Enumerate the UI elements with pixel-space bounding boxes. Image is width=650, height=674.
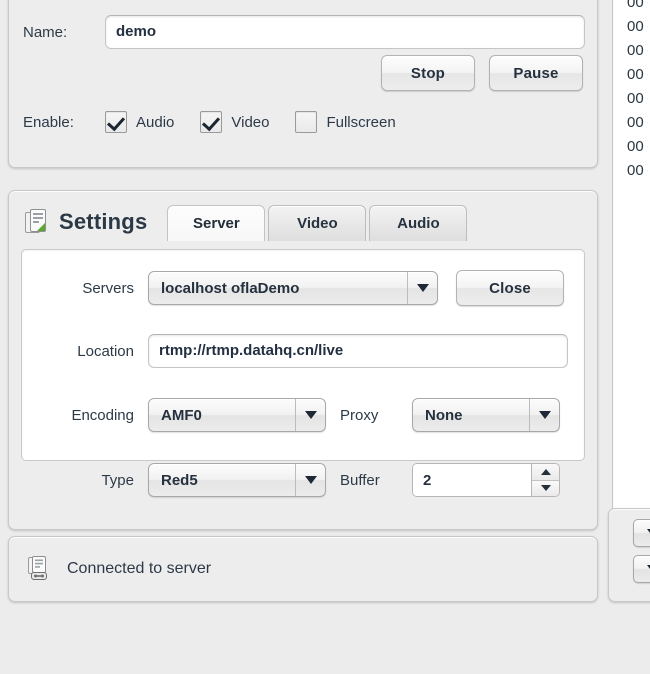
log-line: 00 [627, 162, 644, 179]
fullscreen-checkbox-label: Fullscreen [326, 113, 396, 131]
close-button[interactable]: Close [456, 270, 564, 306]
log-line: 00 [627, 138, 644, 155]
name-row: Name: demo [23, 15, 585, 49]
buffer-stepper[interactable]: 2 [412, 463, 560, 497]
playback-button-row: Stop Pause [381, 55, 583, 91]
settings-title: Settings [59, 209, 148, 234]
encoding-proxy-row: Encoding AMF0 Proxy None [22, 398, 584, 432]
chevron-down-icon [529, 399, 559, 431]
tab-video[interactable]: Video [268, 205, 367, 241]
log-panel[interactable]: 00 00 00 00 00 00 00 00 [612, 0, 650, 516]
name-label: Name: [23, 23, 68, 41]
tab-server[interactable]: Server [167, 205, 266, 241]
fullscreen-checkbox[interactable] [295, 111, 318, 133]
encoding-label: Encoding [71, 406, 134, 424]
servers-select[interactable]: localhost oflaDemo [148, 271, 438, 305]
checkbox-item-audio[interactable]: Audio [105, 111, 174, 133]
chevron-down-icon [295, 399, 325, 431]
log-line: 00 [627, 114, 644, 131]
buffer-stepper-buttons [531, 464, 559, 496]
server-tab-content: Servers localhost oflaDemo Close Locatio… [21, 249, 585, 497]
log-line: 00 [627, 90, 644, 107]
buffer-decrement-button[interactable] [532, 480, 559, 496]
status-text: Connected to server [67, 560, 212, 577]
pause-button[interactable]: Pause [489, 55, 583, 91]
buffer-value[interactable]: 2 [413, 464, 531, 496]
enable-label: Enable: [23, 113, 74, 131]
audio-checkbox[interactable] [105, 111, 127, 133]
location-row: Location rtmp://rtmp.datahq.cn/live [22, 334, 584, 368]
document-icon [25, 209, 47, 235]
audio-checkbox-label: Audio [136, 113, 175, 131]
server-connection-icon [27, 556, 53, 582]
video-checkbox[interactable] [200, 111, 223, 133]
buffer-increment-button[interactable] [532, 464, 559, 481]
checkbox-item-video[interactable]: Video [200, 111, 269, 133]
type-select[interactable]: Red5 [148, 463, 326, 497]
enable-row: Enable: Audio Video Fullscreen [23, 111, 422, 133]
video-checkbox-label: Video [231, 113, 270, 131]
proxy-label: Proxy [340, 406, 379, 424]
tab-audio[interactable]: Audio [369, 205, 468, 241]
status-bar: Connected to server [8, 536, 598, 602]
encoding-select[interactable]: AMF0 [148, 398, 326, 432]
chevron-down-icon [407, 272, 437, 304]
type-select-value: Red5 [161, 471, 198, 489]
name-input[interactable]: demo [105, 15, 585, 49]
servers-row: Servers localhost oflaDemo Close [22, 270, 584, 306]
type-buffer-row: Type Red5 Buffer 2 [22, 463, 584, 497]
right-select-2[interactable] [633, 555, 650, 583]
settings-header: Settings Server Video Audio [9, 191, 597, 253]
caret-up-icon [540, 468, 551, 475]
log-line: 00 [627, 0, 644, 11]
settings-tabs: Server Video Audio [167, 203, 468, 241]
right-controls-panel [608, 508, 650, 602]
servers-select-value: localhost oflaDemo [161, 279, 300, 297]
log-line: 00 [627, 66, 644, 83]
encoding-select-value: AMF0 [161, 406, 202, 424]
settings-panel: Settings Server Video Audio Servers loca… [8, 190, 598, 530]
caret-down-icon [540, 485, 551, 492]
buffer-label: Buffer [340, 471, 380, 489]
stop-button[interactable]: Stop [381, 55, 475, 91]
checkbox-item-fullscreen[interactable]: Fullscreen [295, 111, 396, 133]
type-label: Type [101, 471, 134, 489]
log-line: 00 [627, 42, 644, 59]
playback-panel: Name: demo Stop Pause Enable: Audio Vide… [8, 0, 598, 168]
log-line: 00 [627, 18, 644, 35]
proxy-select[interactable]: None [412, 398, 560, 432]
right-select-1[interactable] [633, 519, 650, 547]
servers-label: Servers [82, 279, 134, 297]
location-label: Location [77, 342, 134, 360]
chevron-down-icon [295, 464, 325, 496]
proxy-select-value: None [425, 406, 463, 424]
location-input[interactable]: rtmp://rtmp.datahq.cn/live [148, 334, 568, 368]
